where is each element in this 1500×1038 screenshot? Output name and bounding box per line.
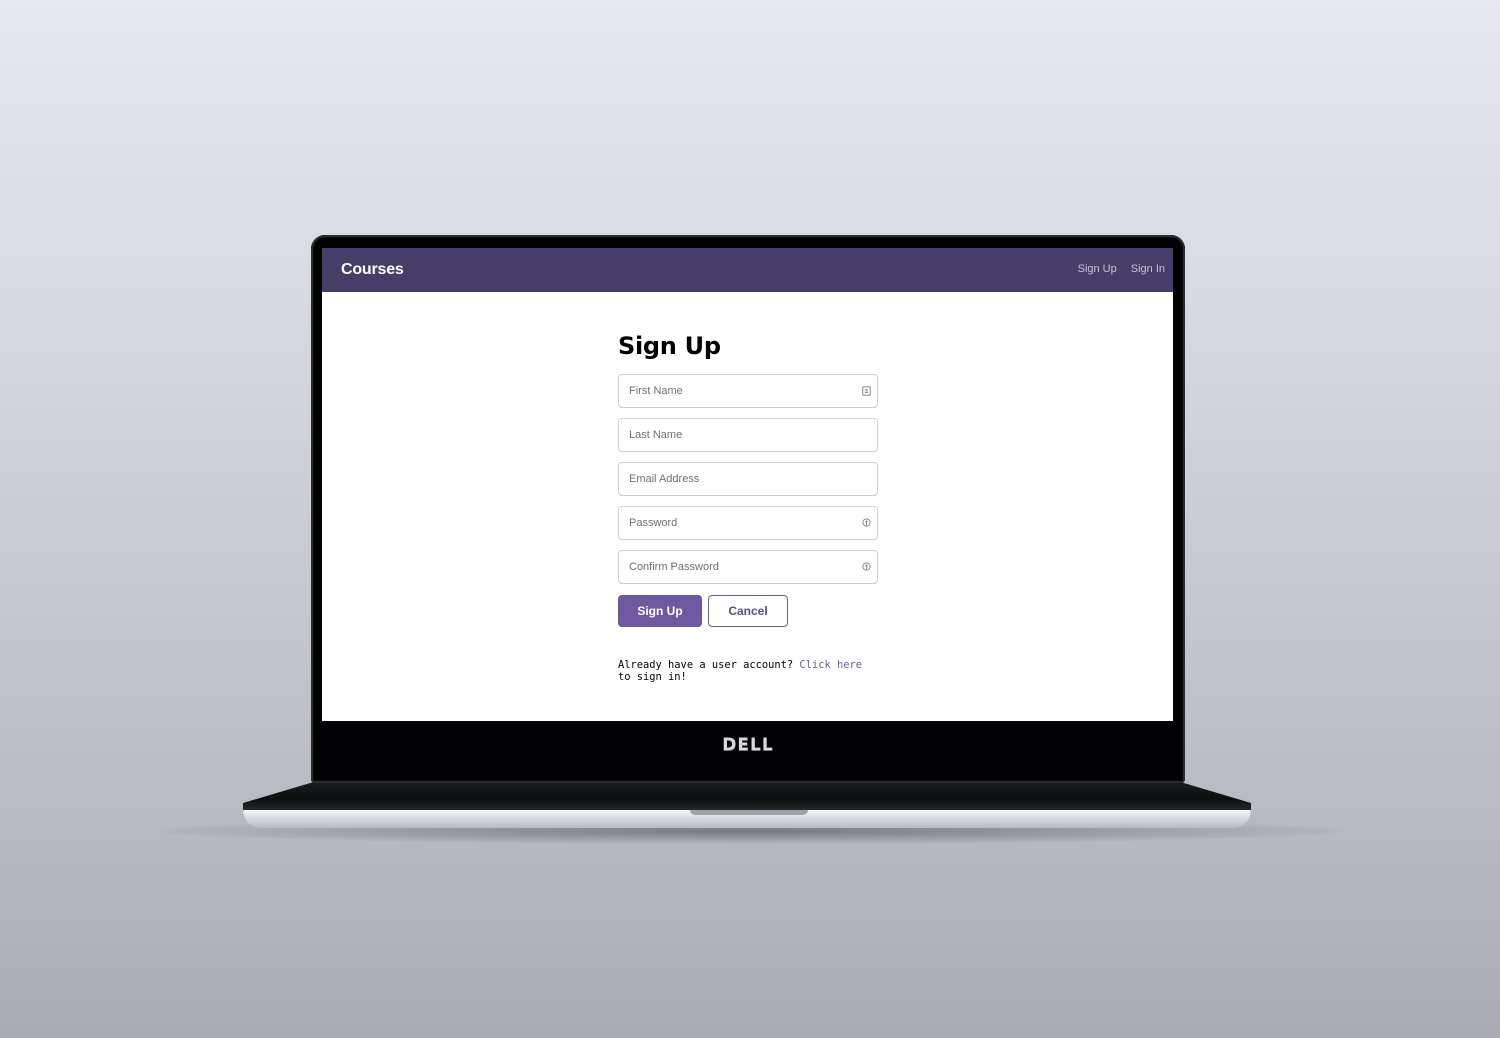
laptop-keyboard-deck — [243, 782, 1251, 812]
sign-in-link[interactable]: Click here — [799, 659, 862, 671]
sign-in-prompt-text: Already have a user account? — [618, 659, 800, 671]
sign-in-prompt-suffix: to sign in! — [618, 671, 687, 683]
page-title: Sign Up — [618, 332, 721, 360]
sign-in-prompt: Already have a user account? Click here … — [618, 659, 878, 683]
nav-links: Sign Up Sign In — [1064, 263, 1165, 275]
laptop-lid: Courses Sign Up Sign In Sign Up First Na… — [311, 235, 1185, 783]
cancel-button[interactable]: Cancel — [708, 595, 788, 627]
last-name-input[interactable] — [619, 419, 877, 451]
first-name-input[interactable] — [619, 375, 877, 407]
confirm-password-field-box — [618, 550, 878, 584]
navbar: Courses Sign Up Sign In — [322, 248, 1173, 292]
nav-sign-up-link[interactable]: Sign Up — [1078, 263, 1117, 275]
confirm-password-input[interactable] — [619, 551, 877, 583]
last-name-field-box — [618, 418, 878, 452]
sign-up-button[interactable]: Sign Up — [618, 595, 702, 627]
password-field-box — [618, 506, 878, 540]
email-field-box — [618, 462, 878, 496]
password-key-icon[interactable] — [862, 518, 871, 528]
nav-sign-in-link[interactable]: Sign In — [1131, 263, 1165, 275]
laptop-lid-notch — [690, 810, 808, 815]
email-input[interactable] — [619, 463, 877, 495]
password-key-icon[interactable] — [862, 562, 871, 572]
first-name-field-box — [618, 374, 878, 408]
brand-logo[interactable]: Courses — [341, 261, 404, 279]
password-input[interactable] — [619, 507, 877, 539]
sign-up-form: Sign Up First Name Last Name Email Addre… — [618, 330, 878, 683]
autofill-card-icon[interactable] — [862, 386, 871, 396]
dell-logo: DELL — [722, 735, 774, 755]
form-actions: Sign Up Cancel — [618, 595, 878, 629]
laptop-screen: Courses Sign Up Sign In Sign Up First Na… — [322, 248, 1173, 721]
